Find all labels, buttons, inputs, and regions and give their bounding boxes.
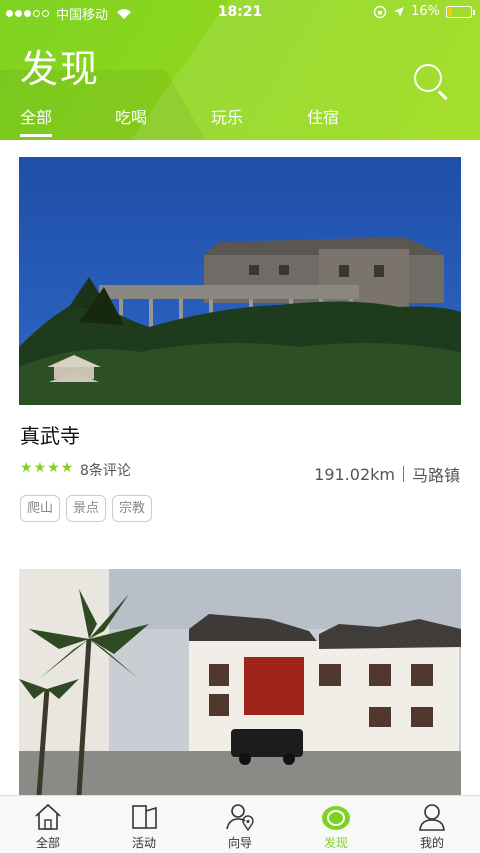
profile-icon xyxy=(419,804,445,831)
discover-icon xyxy=(322,806,350,830)
rotation-lock-icon xyxy=(373,5,387,18)
card-image-building[interactable] xyxy=(19,569,461,795)
tag[interactable]: 宗教 xyxy=(112,495,153,522)
nav-item-discover[interactable]: 发现 xyxy=(288,796,384,853)
tab-all[interactable]: 全部 xyxy=(20,104,53,140)
nav-item-guide[interactable]: 向导 xyxy=(192,796,288,853)
activity-icon xyxy=(132,805,157,829)
nav-item-profile[interactable]: 我的 xyxy=(384,796,480,853)
location: 马路镇 xyxy=(411,466,460,485)
guide-icon xyxy=(226,804,254,832)
nav-label: 向导 xyxy=(227,836,252,850)
search-icon xyxy=(414,64,442,92)
tab-fun[interactable]: 玩乐 xyxy=(211,104,243,140)
battery-percent: 16% xyxy=(411,4,440,19)
nav-label: 我的 xyxy=(419,836,444,850)
divider xyxy=(402,466,404,482)
star-icon: ★ xyxy=(20,460,33,476)
nav-label: 活动 xyxy=(131,836,156,850)
tab-food[interactable]: 吃喝 xyxy=(115,104,147,140)
page-title: 发现 xyxy=(20,47,101,91)
nav-label: 全部 xyxy=(35,836,60,850)
rating-stars: ★ ★ ★ ★ xyxy=(20,460,73,476)
star-icon: ★ xyxy=(33,460,47,476)
star-icon: ★ xyxy=(47,460,60,476)
bottom-nav: 全部 活动 向导 发现 我的 xyxy=(0,795,480,853)
header: 中国移动 18:21 16% 发现 全部 吃喝 玩乐 住宿 xyxy=(0,0,480,140)
card-title[interactable]: 真武寺 xyxy=(20,420,80,449)
tab-lodging[interactable]: 住宿 xyxy=(307,104,339,140)
distance: 191.02km xyxy=(314,464,395,484)
card-meta: 191.02km 马路镇 xyxy=(314,462,460,486)
location-arrow-icon xyxy=(394,6,405,17)
search-button[interactable] xyxy=(412,62,450,100)
tag[interactable]: 景点 xyxy=(66,495,107,522)
star-icon: ★ xyxy=(60,460,74,476)
nav-item-activity[interactable]: 活动 xyxy=(96,796,192,853)
category-tabs: 全部 吃喝 玩乐 住宿 xyxy=(0,104,480,140)
review-count: 8条评论 xyxy=(80,463,131,479)
battery-icon xyxy=(446,5,475,18)
tag-list: 爬山 景点 宗教 xyxy=(20,495,153,522)
card-image-temple[interactable] xyxy=(19,157,461,405)
home-icon xyxy=(35,803,61,830)
nav-label: 发现 xyxy=(323,836,348,850)
tag[interactable]: 爬山 xyxy=(20,495,61,522)
status-bar: 中国移动 18:21 16% xyxy=(0,0,480,24)
nav-item-all[interactable]: 全部 xyxy=(0,796,96,853)
